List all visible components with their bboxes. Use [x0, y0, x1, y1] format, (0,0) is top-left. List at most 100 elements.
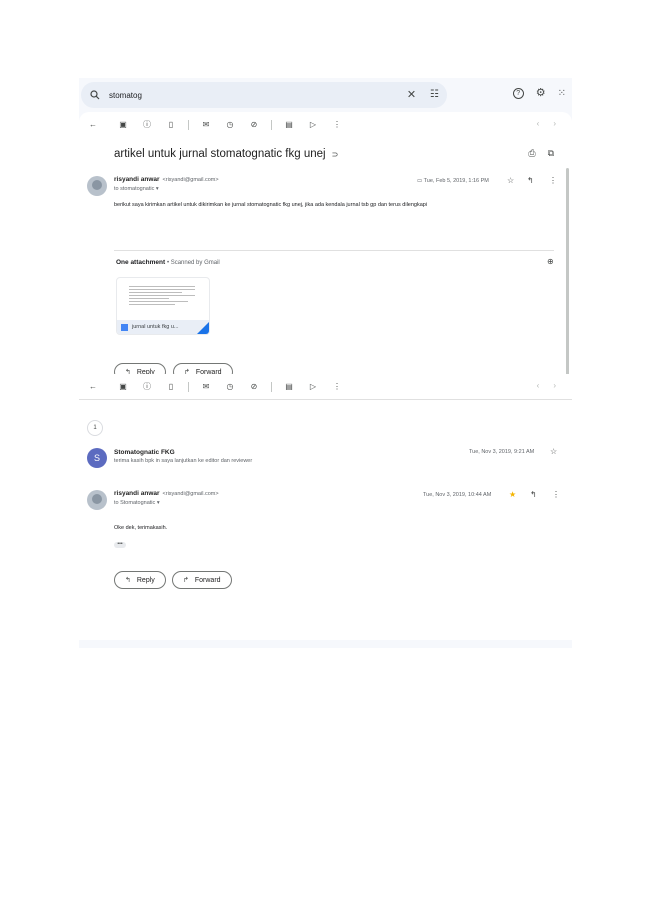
search-row: stomatog ✕ ☷ ? ⚙ ⁙ — [79, 78, 572, 112]
forward-label: Forward — [194, 576, 221, 584]
reply-icon[interactable]: ↰ — [530, 491, 537, 499]
document-preview — [129, 286, 195, 307]
star-icon[interactable]: ★ — [509, 491, 516, 499]
collapsed-messages-count[interactable]: 1 — [87, 420, 103, 436]
message-date: Tue, Nov 3, 2019, 9:21 AM — [469, 449, 535, 455]
message-body: Oke dek, terimakasih. — [114, 525, 168, 531]
attachment-header: One attachment • Scanned by Gmail — [116, 259, 220, 266]
more-icon[interactable]: ⋮ — [330, 118, 344, 132]
reply-icon[interactable]: ↰ — [527, 177, 534, 185]
word-doc-icon — [121, 323, 128, 331]
thread-toolbar: ← ▣ ⓘ ▯ ✉ ◷ ⊘ ▤ ▷ ⋮ ‹ › — [79, 374, 572, 400]
settings-gear-icon[interactable]: ⚙ — [536, 88, 546, 99]
email-thread-panel-1: ← ▣ ⓘ ▯ ✉ ◷ ⊘ ▤ ▷ ⋮ ‹ › artikel untuk ju… — [79, 112, 572, 388]
message-snippet[interactable]: terima kasih bpk in saya lanjutkan ke ed… — [114, 458, 252, 464]
add-task-icon[interactable]: ⊘ — [247, 118, 261, 132]
scanned-note: • Scanned by Gmail — [166, 260, 220, 266]
clear-search-icon[interactable]: ✕ — [407, 89, 416, 101]
apps-grid-icon[interactable]: ⁙ — [558, 88, 566, 99]
attachment-count: One attachment — [116, 259, 166, 266]
toolbar-divider — [188, 382, 189, 392]
message-date: ▭ Tue, Feb 5, 2019, 1:16 PM — [417, 178, 489, 184]
report-spam-icon[interactable]: ⓘ — [140, 118, 154, 132]
move-to-icon[interactable]: ▤ — [282, 380, 296, 394]
search-bar[interactable]: stomatog ✕ ☷ — [81, 82, 447, 108]
sender-name-text: risyandi anwar — [114, 490, 160, 497]
recipient-text: to stomatognatic — [114, 186, 155, 192]
recipient-text: to Stomatognatic — [114, 500, 156, 506]
email-subject: artikel untuk jurnal stomatognatic fkg u… — [114, 148, 338, 160]
reply-button[interactable]: ↰ Reply — [114, 571, 166, 589]
add-task-icon[interactable]: ⊘ — [247, 380, 261, 394]
email-thread-panel-2: ← ▣ ⓘ ▯ ✉ ◷ ⊘ ▤ ▷ ⋮ ‹ › 1 S Stomatognati… — [79, 374, 572, 640]
label-important-icon[interactable]: ⊃ — [332, 150, 339, 159]
attachment-caption: jurnal untuk fkg u... — [117, 320, 209, 334]
thread-pager: ‹ › — [537, 381, 556, 390]
divider — [114, 250, 554, 251]
label-icon[interactable]: ▷ — [306, 118, 320, 132]
toolbar-divider — [188, 120, 189, 130]
recipient-line[interactable]: to Stomatognatic ▾ — [114, 500, 160, 506]
label-icon[interactable]: ▷ — [306, 380, 320, 394]
more-icon[interactable]: ⋮ — [330, 380, 344, 394]
mark-unread-icon[interactable]: ✉ — [199, 380, 213, 394]
star-icon[interactable]: ☆ — [507, 177, 514, 185]
doc-corner-fold — [197, 322, 209, 334]
date-text: Tue, Feb 5, 2019, 1:16 PM — [423, 178, 489, 184]
show-trimmed-content-button[interactable]: ••• — [114, 542, 126, 548]
star-icon[interactable]: ☆ — [550, 448, 557, 456]
avatar: S — [87, 448, 107, 468]
toolbar-divider — [271, 382, 272, 392]
search-input[interactable]: stomatog — [109, 91, 407, 100]
sender-email: <risyandi@gmail.com> — [162, 491, 219, 497]
message-body: berikut saya kirimkan artikel untuk diki… — [114, 202, 428, 208]
open-new-window-icon[interactable]: ⧉ — [548, 149, 554, 158]
forward-button[interactable]: ↱ Forward — [172, 571, 232, 589]
sender-email: <risyandi@gmail.com> — [162, 177, 219, 183]
toolbar-divider — [271, 120, 272, 130]
sender-name: risyandi anwar <risyandi@gmail.com> — [114, 490, 219, 497]
chevron-down-icon[interactable]: ▾ — [156, 186, 159, 192]
sender-name: Stomatognatic FKG — [114, 449, 175, 456]
scrollbar[interactable] — [566, 168, 569, 383]
snooze-icon[interactable]: ◷ — [223, 118, 237, 132]
attachment-filename: jurnal untuk fkg u... — [132, 324, 179, 330]
older-chevron-icon[interactable]: › — [553, 119, 556, 128]
sender-name-text: risyandi anwar — [114, 176, 160, 183]
reply-arrow-icon: ↰ — [125, 576, 131, 584]
archive-icon[interactable]: ▣ — [116, 380, 130, 394]
search-icon[interactable] — [89, 89, 101, 101]
subject-text: artikel untuk jurnal stomatognatic fkg u… — [114, 148, 326, 160]
back-arrow-icon[interactable]: ← — [86, 118, 100, 132]
thread-toolbar: ← ▣ ⓘ ▯ ✉ ◷ ⊘ ▤ ▷ ⋮ ‹ › — [79, 112, 572, 138]
gmail-window: stomatog ✕ ☷ ? ⚙ ⁙ ← ▣ ⓘ ▯ ✉ ◷ ⊘ ▤ ▷ ⋮ ‹… — [79, 78, 572, 648]
delete-icon[interactable]: ▯ — [164, 118, 178, 132]
more-vert-icon[interactable]: ⋮ — [549, 177, 557, 185]
newer-chevron-icon[interactable]: ‹ — [537, 119, 540, 128]
toolbar-bottom-divider — [79, 399, 572, 400]
mark-unread-icon[interactable]: ✉ — [199, 118, 213, 132]
snooze-icon[interactable]: ◷ — [223, 380, 237, 394]
thread-pager: ‹ › — [537, 119, 556, 128]
avatar — [87, 490, 107, 510]
recipient-line[interactable]: to stomatognatic ▾ — [114, 186, 159, 192]
message-date: Tue, Nov 3, 2019, 10:44 AM — [423, 492, 492, 498]
forward-arrow-icon: ↱ — [183, 576, 189, 584]
chevron-down-icon[interactable]: ▾ — [157, 500, 160, 506]
report-spam-icon[interactable]: ⓘ — [140, 380, 154, 394]
more-vert-icon[interactable]: ⋮ — [552, 491, 560, 499]
add-to-drive-icon[interactable]: ⊕ — [547, 258, 554, 266]
avatar — [87, 176, 107, 196]
reply-label: Reply — [136, 576, 155, 584]
print-icon[interactable]: ⎙ — [528, 149, 535, 158]
search-options-icon[interactable]: ☷ — [430, 90, 439, 100]
back-arrow-icon[interactable]: ← — [86, 380, 100, 394]
help-icon[interactable]: ? — [512, 88, 524, 99]
attachment-clip-icon: ▭ — [417, 178, 424, 184]
delete-icon[interactable]: ▯ — [164, 380, 178, 394]
attachment-thumbnail[interactable]: jurnal untuk fkg u... — [116, 277, 210, 335]
older-chevron-icon[interactable]: › — [553, 381, 556, 390]
move-to-icon[interactable]: ▤ — [282, 118, 296, 132]
newer-chevron-icon[interactable]: ‹ — [537, 381, 540, 390]
archive-icon[interactable]: ▣ — [116, 118, 130, 132]
